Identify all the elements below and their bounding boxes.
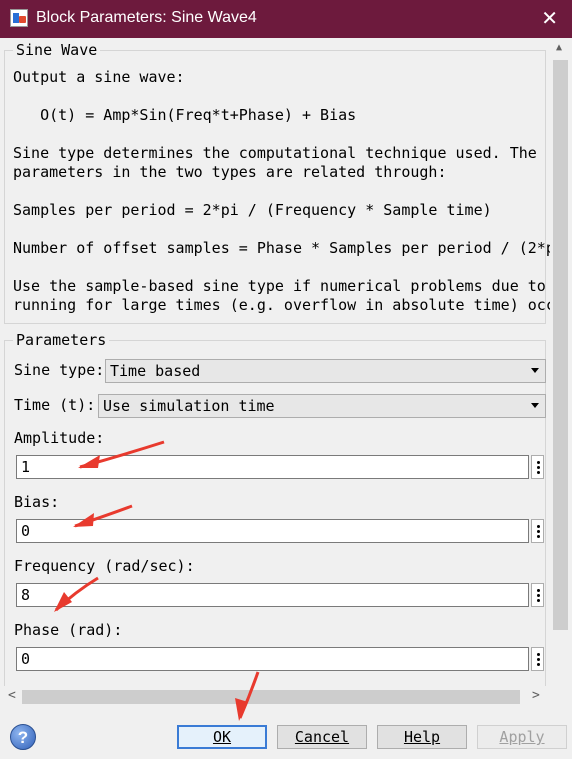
scroll-right-icon[interactable]: > [532, 688, 540, 703]
description-formula: O(t) = Amp*Sin(Freq*t+Phase) + Bias [13, 106, 357, 124]
help-button[interactable]: Help [377, 725, 467, 749]
amplitude-input[interactable]: 1 [16, 455, 529, 479]
description-line-1: Output a sine wave: [13, 68, 185, 86]
description-para5-line1: Use the sample-based sine type if numeri… [13, 277, 546, 295]
time-label: Time (t): [14, 396, 96, 414]
time-value: Use simulation time [103, 397, 275, 415]
frequency-value: 8 [21, 586, 31, 604]
amplitude-value: 1 [21, 458, 31, 476]
amplitude-label: Amplitude: [14, 429, 105, 447]
dialog-footer: ? OK Cancel Help Apply [0, 708, 572, 759]
bias-label: Bias: [14, 493, 60, 511]
description-para2-line1: Sine type determines the computational t… [13, 144, 537, 162]
chevron-down-icon [531, 368, 539, 373]
scroll-up-icon[interactable]: ▲ [556, 42, 562, 53]
horizontal-scrollbar[interactable]: < > [0, 686, 550, 708]
bias-value: 0 [21, 522, 31, 540]
apply-button[interactable]: Apply [477, 725, 567, 749]
ok-button[interactable]: OK [177, 725, 267, 749]
description-group: Sine Wave Output a sine wave: O(t) = Amp… [4, 41, 550, 324]
title-bar: Block Parameters: Sine Wave4 ✕ [0, 0, 572, 38]
frequency-label: Frequency (rad/sec): [14, 557, 195, 575]
help-icon[interactable]: ? [10, 724, 36, 750]
chevron-down-icon [531, 403, 539, 408]
description-group-label: Sine Wave [13, 41, 101, 59]
frequency-more-icon[interactable] [531, 583, 544, 607]
sine-type-label: Sine type: [14, 361, 105, 379]
phase-more-icon[interactable] [531, 647, 544, 671]
scroll-left-icon[interactable]: < [8, 688, 16, 703]
description-para2-line2: parameters in the two types are related … [13, 163, 447, 181]
description-para3: Samples per period = 2*pi / (Frequency *… [13, 201, 492, 219]
phase-label: Phase (rad): [14, 621, 123, 639]
frequency-input[interactable]: 8 [16, 583, 529, 607]
close-icon[interactable]: ✕ [541, 6, 558, 31]
phase-value: 0 [21, 650, 31, 668]
bias-more-icon[interactable] [531, 519, 544, 543]
window-title: Block Parameters: Sine Wave4 [36, 9, 257, 26]
time-dropdown[interactable]: Use simulation time [98, 394, 546, 418]
description-para4: Number of offset samples = Phase * Sampl… [13, 239, 550, 257]
phase-input[interactable]: 0 [16, 647, 529, 671]
simulink-block-icon [10, 9, 28, 27]
parameters-group-label: Parameters [13, 331, 110, 349]
sine-type-value: Time based [110, 362, 201, 380]
horizontal-scroll-thumb[interactable] [22, 690, 520, 704]
parameters-content: Sine Wave Output a sine wave: O(t) = Amp… [0, 38, 550, 686]
description-para5-line2: running for large times (e.g. overflow i… [13, 296, 550, 314]
amplitude-more-icon[interactable] [531, 455, 544, 479]
sine-type-dropdown[interactable]: Time based [105, 359, 546, 383]
vertical-scroll-thumb[interactable] [553, 60, 568, 630]
cancel-button[interactable]: Cancel [277, 725, 367, 749]
bias-input[interactable]: 0 [16, 519, 529, 543]
vertical-scrollbar[interactable]: ▲ [550, 38, 572, 686]
